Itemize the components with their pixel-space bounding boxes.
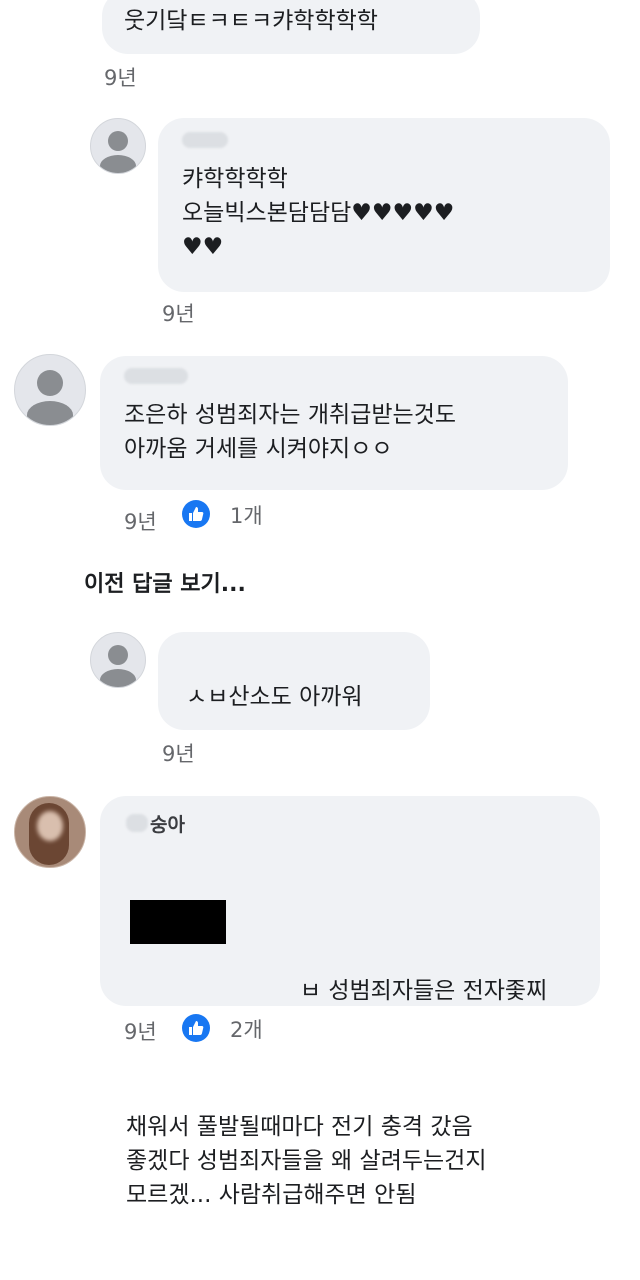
commenter-name[interactable]: 숭아 [126, 808, 578, 838]
comment-bubble: 웃기닼ㅌㅋㅌㅋ캬학학학학 [102, 0, 480, 54]
comment-bubble: 조은하 성범죄자는 개취급받는것도 아까움 거세를 시켜야지ㅇㅇ [100, 356, 568, 490]
comment-text: ㅂ 성범죄자들은 전자좇찌 채워서 풀발될때마다 전기 충격 갔음 좋겠다 성범… [126, 838, 578, 1280]
avatar[interactable] [90, 632, 146, 688]
avatar[interactable] [90, 118, 146, 174]
view-previous-replies[interactable]: 이전 답글 보기... [84, 566, 246, 598]
avatar[interactable] [14, 796, 86, 868]
like-icon[interactable] [182, 500, 210, 528]
comment-bubble: 숭아 ㅂ 성범죄자들은 전자좇찌 채워서 풀발될때마다 전기 충격 갔음 좋겠다… [100, 796, 600, 1208]
commenter-name[interactable] [124, 368, 546, 398]
avatar[interactable] [14, 354, 86, 426]
comment-bubble: 캬학학학학 오늘빅스본담담담♥♥♥♥♥ ♥♥ [158, 118, 610, 292]
comment-time[interactable]: 9년 [162, 738, 195, 768]
comment-time[interactable]: 9년 [162, 298, 195, 328]
like-count[interactable]: 1개 [230, 500, 263, 530]
comment-bubble: ㅅㅂ산소도 아까워 [158, 632, 430, 730]
comment-text: 웃기닼ㅌㅋㅌㅋ캬학학학학 [124, 8, 378, 34]
comment-text: 캬학학학학 오늘빅스본담담담♥♥♥♥♥ ♥♥ [182, 166, 455, 260]
comment-text: 조은하 성범죄자는 개취급받는것도 아까움 거세를 시켜야지ㅇㅇ [124, 402, 457, 462]
comment-time[interactable]: 9년 [104, 62, 137, 92]
comment-text: ㅅㅂ산소도 아까워 [186, 684, 363, 710]
commenter-name[interactable] [182, 132, 588, 162]
redacted-block [130, 900, 226, 944]
comment-time[interactable]: 9년 [124, 1016, 157, 1046]
comment-time[interactable]: 9년 [124, 506, 157, 536]
like-count[interactable]: 2개 [230, 1014, 263, 1044]
like-icon[interactable] [182, 1014, 210, 1042]
